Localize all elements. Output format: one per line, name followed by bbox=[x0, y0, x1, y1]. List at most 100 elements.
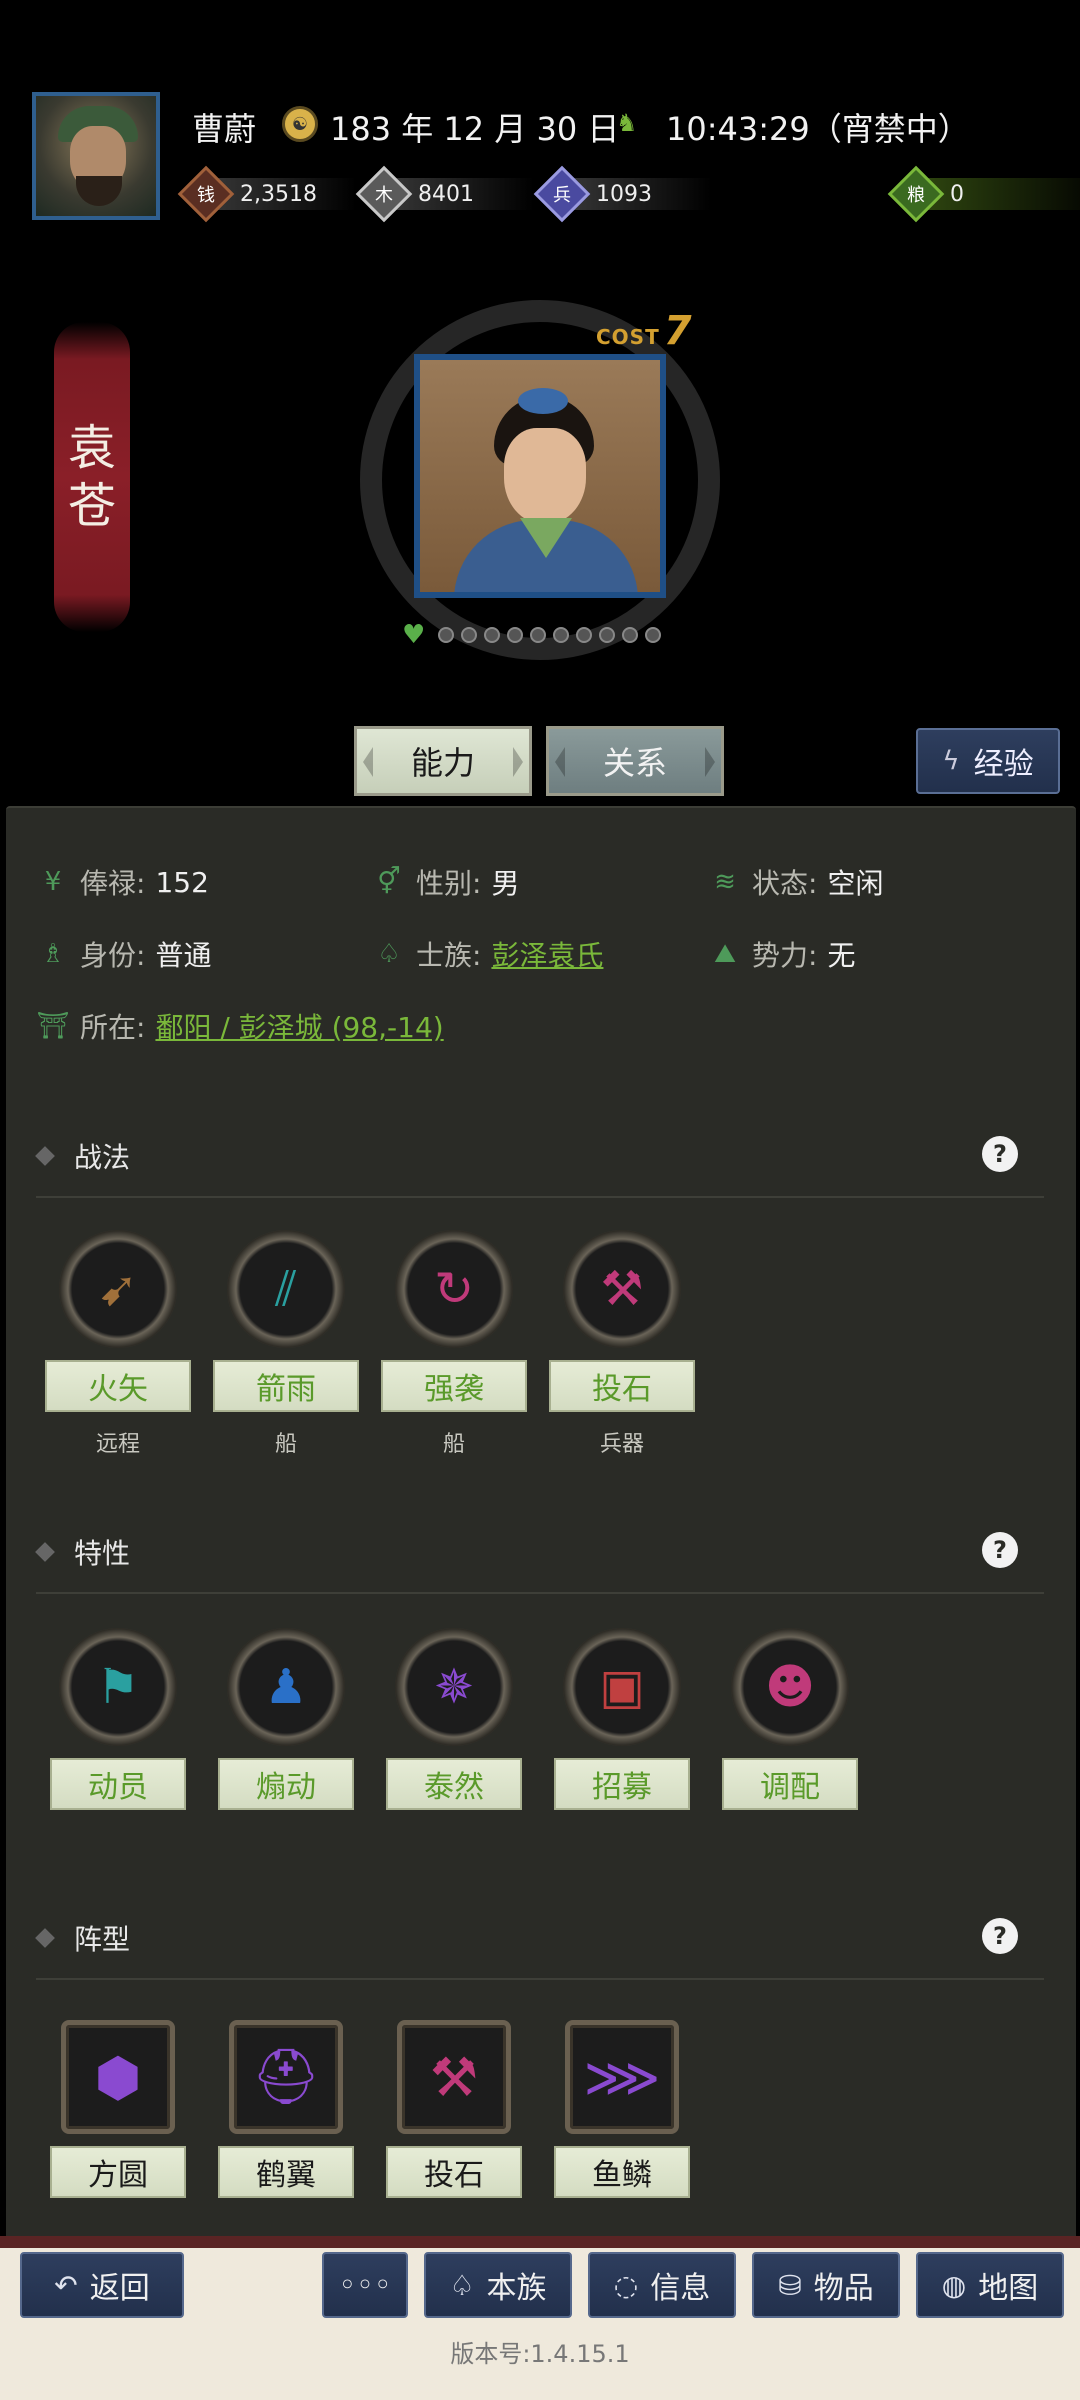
hero-cost: COST 7 bbox=[596, 308, 692, 354]
faction-value: 无 bbox=[827, 939, 856, 972]
formation-item[interactable]: ⬢ 方圆 bbox=[44, 2020, 192, 2198]
more-dots-icon: ◦◦◦ bbox=[338, 2267, 392, 2303]
turtle-shell-icon: ⬢ bbox=[61, 2020, 175, 2134]
soldier-icon: 兵 bbox=[533, 165, 591, 223]
game-time: 10:43:29（宵禁中） bbox=[666, 110, 970, 148]
heart-icon: ♥ bbox=[402, 620, 426, 650]
loyalty-dot bbox=[553, 627, 570, 643]
trait-item[interactable]: ☻ 调配 bbox=[716, 1628, 864, 1810]
player-name: 曹蔚 bbox=[192, 110, 257, 148]
mobilize-flag-icon: ⚑ bbox=[59, 1628, 177, 1746]
tactics-section-title: 战法 bbox=[35, 1136, 130, 1176]
experience-button[interactable]: ϟ 经验 bbox=[916, 728, 1060, 794]
clan-icon: ♤ bbox=[449, 2268, 475, 2302]
catapult-icon: ⚒ bbox=[397, 2020, 511, 2134]
loyalty-dot bbox=[622, 627, 639, 643]
loyalty-dot bbox=[507, 627, 524, 643]
helmet-icon: ⛑ bbox=[229, 2020, 343, 2134]
trait-item[interactable]: ⚑ 动员 bbox=[44, 1628, 192, 1810]
loyalty-indicator: ♥ bbox=[402, 620, 662, 650]
tactics-help-button[interactable]: ? bbox=[982, 1136, 1018, 1172]
loyalty-dot bbox=[438, 627, 455, 643]
back-button[interactable]: ↶ 返回 bbox=[20, 2252, 184, 2318]
avatar-beard bbox=[76, 176, 122, 206]
fire-arrow-icon: ➹ bbox=[59, 1230, 177, 1348]
hero-name-char-1: 袁 bbox=[67, 420, 116, 476]
calm-icon: ✵ bbox=[395, 1628, 513, 1746]
hero-name-char-2: 苍 bbox=[67, 478, 116, 534]
items-button[interactable]: ⛁ 物品 bbox=[752, 2252, 900, 2318]
trait-item[interactable]: ♟ 煽动 bbox=[212, 1628, 360, 1810]
food-resource[interactable]: 粮 0 bbox=[887, 165, 1080, 223]
gender-row: ⚥ 性别: 男 bbox=[372, 862, 519, 902]
soldier-resource[interactable]: 兵 1093 bbox=[533, 165, 712, 223]
formations-help-button[interactable]: ? bbox=[982, 1918, 1018, 1954]
arrow-rain-icon: ⫽ bbox=[227, 1230, 345, 1348]
hero-name-banner: 袁 苍 bbox=[54, 322, 130, 632]
catapult-icon: ⚒ bbox=[563, 1230, 681, 1348]
formation-item[interactable]: ⚒ 投石 bbox=[380, 2020, 528, 2198]
incite-icon: ♟ bbox=[227, 1628, 345, 1746]
tab-ability[interactable]: 能力 bbox=[354, 726, 532, 796]
status-icon: ≋ bbox=[714, 867, 736, 897]
player-avatar[interactable] bbox=[32, 92, 160, 220]
trait-item[interactable]: ▣ 招募 bbox=[548, 1628, 696, 1810]
tactic-item[interactable]: ↻ 强袭 船 bbox=[380, 1230, 528, 1458]
clan-link[interactable]: 彭泽袁氏 bbox=[491, 934, 603, 974]
salary-value: 152 bbox=[155, 865, 209, 899]
game-date: 183 年 12 月 30 日 bbox=[330, 110, 620, 148]
info-button[interactable]: ◌ 信息 bbox=[588, 2252, 736, 2318]
more-button[interactable]: ◦◦◦ bbox=[322, 2252, 408, 2318]
calendar-icon: ☯ bbox=[282, 106, 318, 142]
location-link[interactable]: 鄱阳 / 彭泽城 (98,-14) bbox=[155, 1006, 443, 1046]
location-row: ⛩ 所在: 鄱阳 / 彭泽城 (98,-14) bbox=[36, 1006, 443, 1046]
tab-relation[interactable]: 关系 bbox=[546, 726, 724, 796]
allocate-icon: ☻ bbox=[731, 1628, 849, 1746]
loyalty-dot bbox=[530, 627, 547, 643]
lightning-icon: ϟ bbox=[942, 746, 960, 776]
food-bag-icon: 粮 bbox=[887, 165, 945, 223]
identity-row: ♗ 身份: 普通 bbox=[36, 934, 211, 974]
horse-icon: ♞ bbox=[616, 109, 638, 137]
formations-section-title: 阵型 bbox=[35, 1918, 130, 1958]
traits-help-button[interactable]: ? bbox=[982, 1532, 1018, 1568]
wood-icon: 木 bbox=[355, 165, 413, 223]
status-value: 空闲 bbox=[827, 867, 884, 900]
tactic-item[interactable]: ⚒ 投石 兵器 bbox=[548, 1230, 696, 1458]
divider bbox=[36, 1592, 1044, 1594]
tactic-item[interactable]: ⫽ 箭雨 船 bbox=[212, 1230, 360, 1458]
faction-icon: ⛰ bbox=[714, 938, 736, 969]
gender-icon: ⚥ bbox=[377, 867, 401, 897]
assault-icon: ↻ bbox=[395, 1230, 513, 1348]
yen-icon: ¥ bbox=[44, 867, 62, 897]
gender-value: 男 bbox=[491, 867, 520, 900]
speech-bubble-icon: ◌ bbox=[613, 2268, 639, 2302]
city-gate-icon: ⛩ bbox=[36, 1011, 70, 1041]
faction-row: ⛰ 势力: 无 bbox=[708, 934, 855, 974]
claw-icon: ⋙ bbox=[565, 2020, 679, 2134]
trait-item[interactable]: ✵ 泰然 bbox=[380, 1628, 528, 1810]
diamond-bullet-icon bbox=[35, 1542, 55, 1562]
status-row: ≋ 状态: 空闲 bbox=[708, 862, 883, 902]
clan-button[interactable]: ♤ 本族 bbox=[424, 2252, 572, 2318]
experience-label: 经验 bbox=[973, 747, 1034, 782]
formation-item[interactable]: ⛑ 鹤翼 bbox=[212, 2020, 360, 2198]
gold-resource[interactable]: 钱 2,3518 bbox=[177, 165, 356, 223]
loyalty-dot bbox=[645, 627, 662, 643]
cost-label: COST bbox=[596, 325, 660, 349]
traits-section-title: 特性 bbox=[35, 1532, 130, 1572]
wood-resource[interactable]: 木 8401 bbox=[355, 165, 534, 223]
tactic-item[interactable]: ➹ 火矢 远程 bbox=[44, 1230, 192, 1458]
food-value: 0 bbox=[950, 181, 964, 207]
globe-icon: ◍ bbox=[941, 2268, 967, 2302]
loyalty-dot bbox=[484, 627, 501, 643]
hero-portrait[interactable] bbox=[414, 354, 666, 598]
diamond-bullet-icon bbox=[35, 1146, 55, 1166]
wood-value: 8401 bbox=[418, 181, 474, 207]
formation-item[interactable]: ⋙ 鱼鳞 bbox=[548, 2020, 696, 2198]
map-button[interactable]: ◍ 地图 bbox=[916, 2252, 1064, 2318]
loyalty-dot bbox=[599, 627, 616, 643]
version-label: 版本号:1.4.15.1 bbox=[450, 2340, 630, 2368]
loyalty-dot bbox=[461, 627, 478, 643]
divider bbox=[36, 1978, 1044, 1980]
